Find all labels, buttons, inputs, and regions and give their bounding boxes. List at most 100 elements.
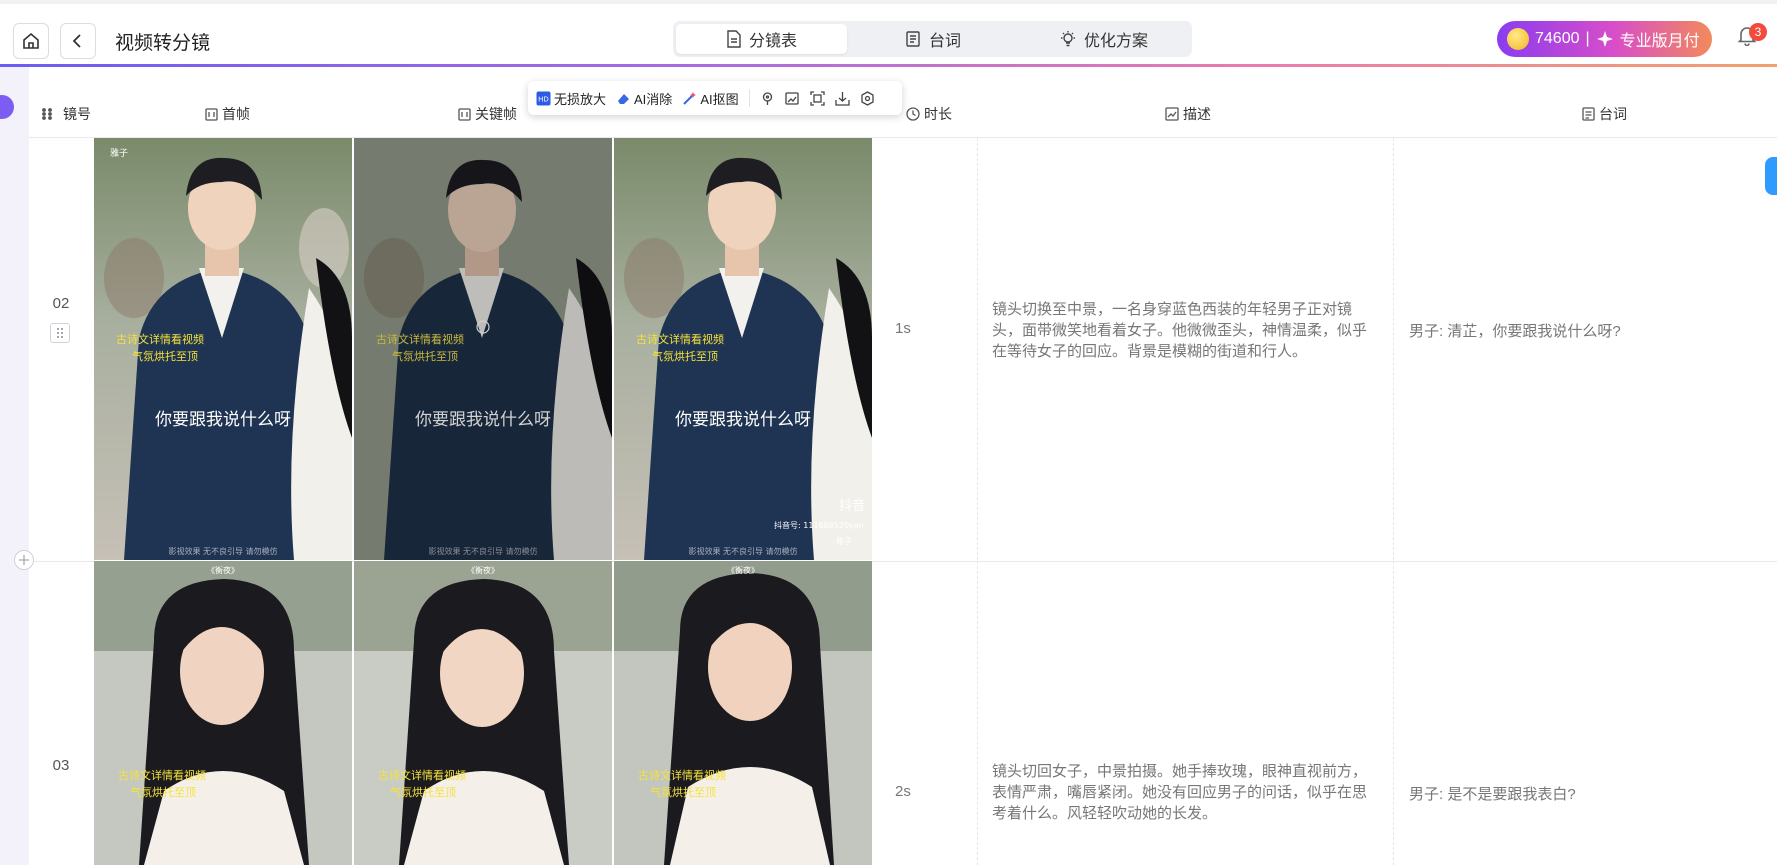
man-blue-suit-frame: 古诗文详情看视频 气氛烘托至顶 你要跟我说什么呀 影视效果 无不良引导 请勿模仿…	[94, 138, 352, 560]
view-tabs: 分镜表 台词 优化方案	[673, 21, 1192, 57]
tab-storyboard[interactable]: 分镜表	[676, 24, 847, 54]
toolbar-divider	[748, 89, 750, 107]
frame-caption-1: 古诗文详情看视频	[118, 768, 206, 782]
dialogue-line[interactable]: 男子: 是不是要跟我表白?	[1409, 783, 1576, 804]
lightbulb-icon	[1060, 31, 1075, 47]
column-shot[interactable]: 镜号	[41, 104, 91, 124]
column-duration[interactable]: 时长	[906, 104, 952, 124]
plus-icon	[19, 555, 29, 565]
douyin-logo-label: 抖音	[839, 498, 865, 514]
frame-douyin-search: 雅子	[110, 147, 128, 159]
upscale-label: 无损放大	[554, 91, 607, 107]
settings-icon[interactable]	[860, 90, 875, 106]
pro-plan-button[interactable]: 74600 | 专业版月付	[1497, 21, 1712, 57]
column-description-label: 描述	[1183, 106, 1211, 122]
side-panel-toggle[interactable]	[1765, 157, 1777, 195]
douyin-search-label: 雅子	[836, 536, 852, 546]
column-duration-label: 时长	[924, 106, 952, 122]
download-icon[interactable]	[834, 91, 850, 106]
column-dialogue-label: 台词	[1599, 106, 1627, 122]
key-frame-image[interactable]: 《衡夜》 古诗文详情看视频 气氛烘托至顶	[614, 561, 872, 865]
frame-subtitle: 你要跟我说什么呀	[155, 410, 291, 430]
clock-icon	[906, 107, 920, 121]
frame-caption-2: 气氛烘托至顶	[390, 785, 456, 799]
drag-handle-icon	[57, 328, 63, 338]
key-frame-image[interactable]: 古诗文详情看视频 气氛烘托至顶 你要跟我说什么呀 影视效果 无不良引导 请勿模仿	[354, 138, 612, 560]
frame-caption-2: 气氛烘托至顶	[130, 785, 196, 799]
image-edit-icon	[1165, 107, 1179, 121]
frame-caption-2: 气氛烘托至顶	[392, 349, 458, 363]
upscale-button[interactable]: HD 无损放大	[536, 89, 606, 108]
column-divider	[1393, 561, 1394, 865]
magic-wand-icon	[683, 91, 697, 105]
column-dialogue[interactable]: 台词	[1582, 104, 1627, 124]
shot-number: 03	[52, 757, 70, 774]
frame-watermark: 影视效果 无不良引导 请勿模仿	[168, 546, 277, 556]
column-shot-label: 镜号	[63, 106, 91, 122]
frame-caption-1: 古诗文详情看视频	[636, 332, 724, 346]
duration-value[interactable]: 1s	[895, 320, 911, 337]
tab-dialogue[interactable]: 台词	[847, 24, 1018, 54]
table-row[interactable]: 02 古诗文详情看视频 气氛烘托至顶 你要跟我说什么呀 影视效果 无不良引导 请…	[29, 138, 1777, 562]
woman-long-hair-frame: 《衡夜》 古诗文详情看视频 气氛烘托至顶	[614, 561, 872, 865]
home-button[interactable]	[13, 23, 49, 59]
frame-watermark: 影视效果 无不良引导 请勿模仿	[428, 546, 537, 556]
frame-icon	[205, 107, 218, 121]
key-frame-image[interactable]: 《衡夜》 古诗文详情看视频 气氛烘托至顶	[354, 561, 612, 865]
frame-subtitle: 你要跟我说什么呀	[415, 410, 551, 430]
image-edit-icon[interactable]	[784, 91, 800, 106]
column-first-frame-label: 首帧	[222, 106, 250, 122]
woman-long-hair-frame: 《衡夜》 古诗文详情看视频 气氛烘托至顶	[94, 561, 352, 865]
shot-number: 02	[52, 295, 70, 312]
add-row-button[interactable]	[14, 550, 34, 570]
frame-caption-2: 气氛烘托至顶	[652, 349, 718, 363]
frame-icon	[458, 107, 471, 121]
column-divider	[977, 138, 978, 560]
ai-cutout-label: AI抠图	[700, 91, 739, 107]
frame-top-label: 《衡夜》	[467, 565, 499, 575]
tab-optimize[interactable]: 优化方案	[1018, 24, 1189, 54]
drag-handle-icon	[42, 108, 52, 120]
frame-subtitle: 你要跟我说什么呀	[675, 410, 811, 430]
frame-caption-1: 古诗文详情看视频	[116, 332, 204, 346]
table-row[interactable]: 03 《衡夜》 古诗文详情看视频 气氛烘托至顶 《衡夜》 古诗文详情看视频 气氛…	[29, 561, 1777, 865]
duration-value[interactable]: 2s	[895, 783, 911, 800]
table-header: 镜号 首帧 关键帧 时长 描述 台词	[29, 87, 1777, 138]
first-frame-image[interactable]: 《衡夜》 古诗文详情看视频 气氛烘托至顶	[94, 561, 352, 865]
chevron-left-icon	[72, 34, 81, 48]
pin-icon[interactable]	[760, 91, 775, 106]
plan-label: 专业版月付	[1619, 33, 1700, 50]
left-rail	[0, 67, 29, 865]
frame-caption-2: 气氛烘托至顶	[650, 785, 716, 799]
tab-optimize-label: 优化方案	[1083, 33, 1148, 50]
douyin-account-id: 抖音号: 111688520yan	[774, 520, 864, 530]
first-frame-image[interactable]: 古诗文详情看视频 气氛烘托至顶 你要跟我说什么呀 影视效果 无不良引导 请勿模仿…	[94, 138, 352, 560]
ai-erase-button[interactable]: AI消除	[616, 89, 672, 108]
ai-cutout-button[interactable]: AI抠图	[682, 89, 739, 108]
document-icon	[727, 30, 741, 48]
man-blue-suit-frame: 古诗文详情看视频 气氛烘托至顶 你要跟我说什么呀 抖音 抖音号: 1116885…	[614, 138, 872, 560]
column-divider	[1393, 138, 1394, 560]
man-blue-suit-frame: 古诗文详情看视频 气氛烘托至顶 你要跟我说什么呀 影视效果 无不良引导 请勿模仿	[354, 138, 612, 560]
crop-icon[interactable]	[809, 90, 825, 106]
column-description[interactable]: 描述	[1165, 104, 1211, 124]
page-title: 视频转分镜	[115, 33, 211, 54]
back-button[interactable]	[60, 23, 96, 59]
shot-description[interactable]: 镜头切回女子，中景拍摄。她手捧玫瑰，眼神直视前方，表情严肃，嘴唇紧闭。她没有回应…	[992, 761, 1370, 824]
credits-count: 74600	[1535, 30, 1580, 47]
header-accent-line	[0, 64, 1777, 67]
shot-description[interactable]: 镜头切换至中景，一名身穿蓝色西装的年轻男子正对镜头，面带微笑地看着女子。他微微歪…	[992, 299, 1370, 362]
notification-badge: 3	[1749, 23, 1767, 41]
document-icon	[1582, 107, 1595, 121]
app-header: 视频转分镜 分镜表 台词 优化方案 74600 | 专业版月付 3	[0, 4, 1777, 66]
frame-caption-1: 古诗文详情看视频	[376, 332, 464, 346]
eraser-icon	[618, 93, 630, 104]
frame-caption-1: 古诗文详情看视频	[378, 768, 466, 782]
frame-caption-1: 古诗文详情看视频	[638, 768, 726, 782]
row-drag-handle[interactable]	[50, 323, 70, 343]
column-divider	[977, 561, 978, 865]
dialogue-line[interactable]: 男子: 清芷，你要跟我说什么呀?	[1409, 320, 1621, 341]
column-key-frame[interactable]: 关键帧	[458, 104, 517, 124]
column-first-frame[interactable]: 首帧	[205, 104, 250, 124]
key-frame-image[interactable]: 古诗文详情看视频 气氛烘托至顶 你要跟我说什么呀 抖音 抖音号: 1116885…	[614, 138, 872, 560]
